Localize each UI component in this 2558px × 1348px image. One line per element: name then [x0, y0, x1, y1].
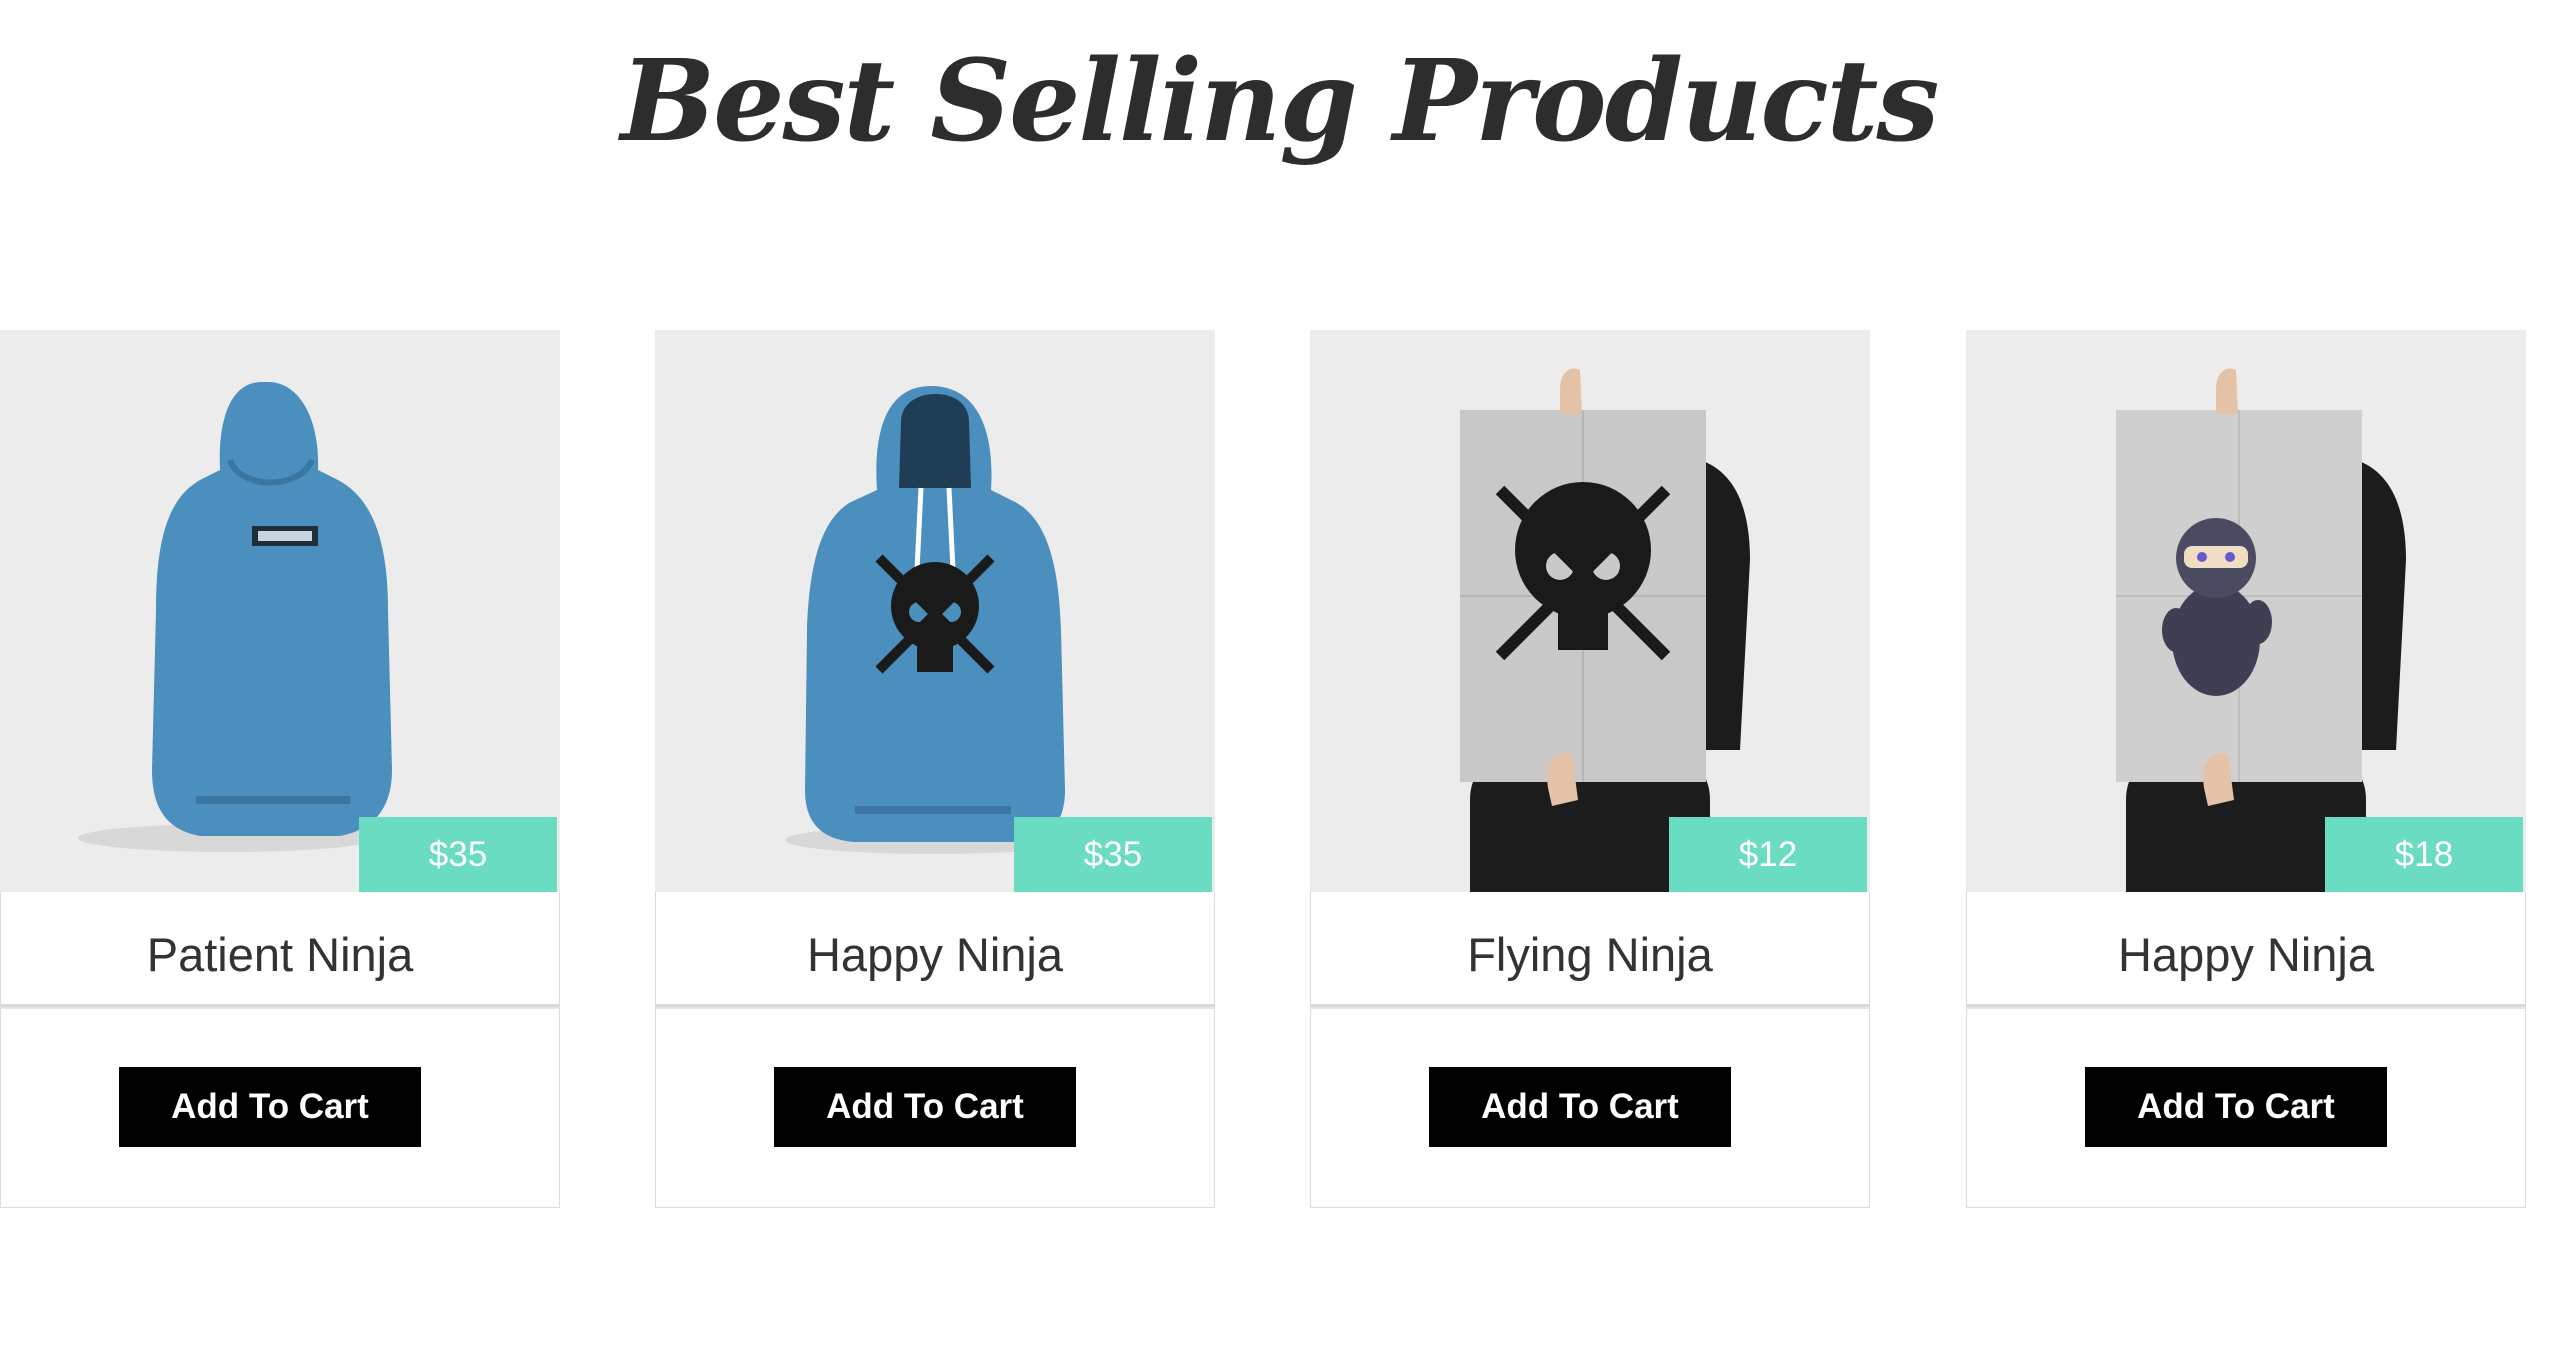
product-actions: Add To Cart	[1310, 1007, 1870, 1208]
product-name[interactable]: Happy Ninja	[1966, 892, 2526, 1007]
hoodie-front-image	[785, 386, 1085, 854]
product-image-blue-hoodie-back[interactable]: $35	[0, 330, 560, 892]
price-tag: $18	[2325, 817, 2523, 892]
product-card: $12 Flying Ninja Add To Cart	[1310, 330, 1870, 1208]
product-actions: Add To Cart	[0, 1007, 560, 1208]
product-card: $18 Happy Ninja Add To Cart	[1966, 330, 2526, 1208]
add-to-cart-button[interactable]: Add To Cart	[2085, 1067, 2387, 1147]
poster-ninja-image	[2116, 368, 2406, 892]
product-name[interactable]: Flying Ninja	[1310, 892, 1870, 1007]
price-tag: $35	[359, 817, 557, 892]
product-card: $35 Patient Ninja Add To Cart	[0, 330, 560, 1208]
product-image-blue-hoodie-front[interactable]: $35	[655, 330, 1215, 892]
poster-skull-image	[1460, 368, 1750, 892]
product-image-poster-skull[interactable]: $12	[1310, 330, 1870, 892]
product-image-poster-ninja[interactable]: $18	[1966, 330, 2526, 892]
product-card: $35 Happy Ninja Add To Cart	[655, 330, 1215, 1208]
product-actions: Add To Cart	[655, 1007, 1215, 1208]
price-tag: $12	[1669, 817, 1867, 892]
product-actions: Add To Cart	[1966, 1007, 2526, 1208]
product-name[interactable]: Happy Ninja	[655, 892, 1215, 1007]
add-to-cart-button[interactable]: Add To Cart	[119, 1067, 421, 1147]
price-tag: $35	[1014, 817, 1212, 892]
page-title: Best Selling Products	[620, 36, 1940, 167]
add-to-cart-button[interactable]: Add To Cart	[774, 1067, 1076, 1147]
product-name[interactable]: Patient Ninja	[0, 892, 560, 1007]
add-to-cart-button[interactable]: Add To Cart	[1429, 1067, 1731, 1147]
hoodie-back-image	[78, 382, 392, 852]
